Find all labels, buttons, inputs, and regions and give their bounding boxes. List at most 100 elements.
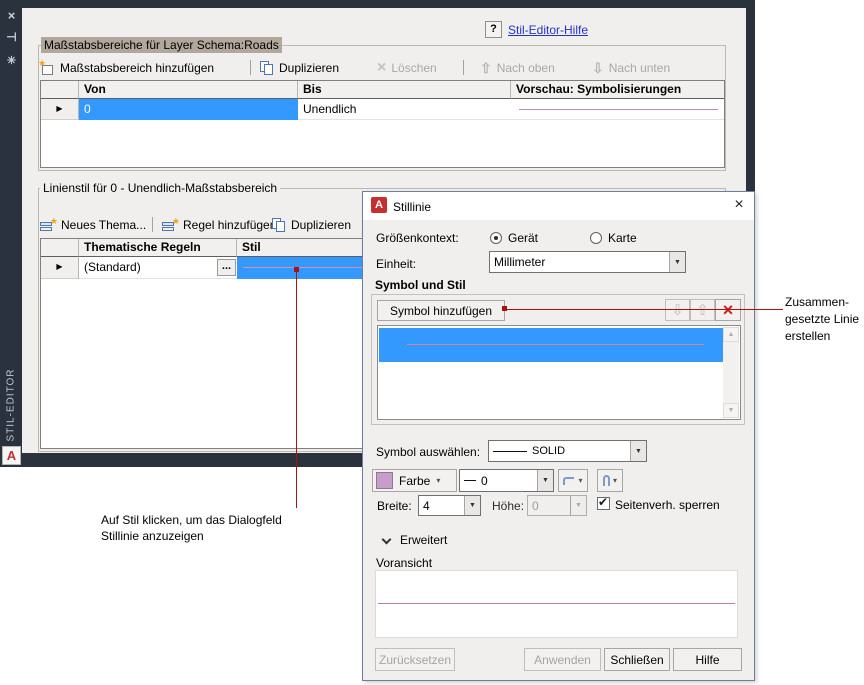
color-button-label: Farbe	[399, 473, 431, 488]
advanced-expander-label[interactable]: Erweitert	[400, 533, 447, 547]
unit-select[interactable]: Millimeter ▼	[489, 251, 686, 273]
radio-device[interactable]	[490, 232, 502, 244]
move-down-button[interactable]: ⇩ Nach unten	[592, 57, 670, 79]
autocad-logo-icon: A	[2, 446, 21, 465]
rule-ellipsis-button[interactable]: ...	[217, 259, 236, 276]
add-scale-range-label: Maßstabsbereich hinzufügen	[60, 61, 215, 75]
line-cap-button[interactable]: ▾	[597, 469, 623, 492]
line-join-button[interactable]: ▾	[558, 469, 588, 492]
symbol-list[interactable]: ▲ ▼	[377, 325, 741, 420]
weight-line-sample	[464, 480, 476, 481]
cell-preview[interactable]	[511, 99, 724, 120]
symbol-move-up-button[interactable]: ⇧	[690, 299, 715, 321]
column-header-bis[interactable]: Bis	[298, 81, 511, 99]
column-header-rules[interactable]: Thematische Regeln	[79, 239, 237, 257]
color-picker-button[interactable]: Farbe ▾	[372, 469, 457, 492]
row-selector-header[interactable]	[41, 81, 79, 99]
dialog-close-icon[interactable]: ×	[727, 194, 751, 216]
column-header-vorschau[interactable]: Vorschau: Symbolisierungen	[511, 81, 724, 99]
line-join-icon	[563, 476, 575, 485]
radio-map-label[interactable]: Karte	[608, 231, 637, 245]
unit-label: Einheit:	[376, 257, 417, 271]
scale-ranges-table: Von Bis Vorschau: Symbolisierungen ▶ 0 U…	[40, 80, 725, 168]
style-preview	[375, 570, 738, 638]
cell-rule[interactable]: (Standard) ...	[79, 257, 237, 279]
color-swatch	[376, 472, 393, 489]
help-button[interactable]: Hilfe	[673, 648, 742, 671]
row-selector-header[interactable]	[41, 239, 79, 257]
solid-line-sample	[493, 450, 527, 452]
scroll-down-icon[interactable]: ▼	[723, 403, 739, 418]
annotation-composite-line: Zusammen- gesetzte Linie erstellen	[785, 294, 859, 345]
size-context-label: Größenkontext:	[376, 231, 459, 245]
close-icon[interactable]: ×	[4, 8, 19, 23]
symbol-delete-button[interactable]: ×	[715, 299, 741, 321]
radio-map[interactable]	[590, 232, 602, 244]
new-theme-button[interactable]: ★ Neues Thema...	[40, 214, 146, 236]
row-arrow-icon: ▶	[56, 104, 63, 113]
move-down-label: Nach unten	[608, 61, 671, 75]
cell-bis[interactable]: Unendlich	[298, 99, 511, 120]
dropdown-icon[interactable]: ▼	[630, 441, 646, 461]
cell-von[interactable]: 0	[79, 99, 298, 120]
autohide-pin-icon[interactable]: ⊣	[4, 30, 19, 45]
palette-title: STIL-EDITOR	[5, 368, 17, 442]
add-scale-range-button[interactable]: ★ Maßstabsbereich hinzufügen	[38, 57, 215, 79]
row-arrow-icon: ▶	[56, 262, 63, 271]
style-editor-help-link[interactable]: Stil-Editor-Hilfe	[508, 23, 588, 37]
dropdown-icon[interactable]: ▼	[464, 496, 480, 515]
height-value: 0	[532, 498, 539, 513]
duplicate-rule-button[interactable]: Duplizieren	[272, 214, 351, 236]
scale-ranges-group-label: Maßstabsbereiche für Layer Schema:Roads	[41, 37, 282, 53]
symbol-move-down-button[interactable]: ⇩	[665, 299, 690, 321]
lock-aspect-label[interactable]: Seitenverh. sperren	[615, 498, 720, 512]
add-scale-range-icon: ★	[38, 59, 55, 76]
properties-gear-icon[interactable]: ✳	[4, 54, 19, 69]
radio-device-label[interactable]: Gerät	[508, 231, 538, 245]
dropdown-icon: ▼	[570, 496, 586, 515]
dropdown-icon[interactable]: ▼	[537, 470, 553, 491]
symbol-select[interactable]: SOLID ▼	[488, 440, 647, 462]
reset-button[interactable]: Zurücksetzen	[375, 648, 455, 671]
symbol-list-selected-item[interactable]	[379, 328, 724, 362]
down-arrow-icon: ⇩	[671, 301, 684, 319]
toolbar-separator	[250, 60, 251, 75]
column-header-von[interactable]: Von	[79, 81, 298, 99]
apply-button[interactable]: Anwenden	[524, 648, 601, 671]
select-symbol-label: Symbol auswählen:	[376, 445, 481, 459]
row-selector[interactable]: ▶	[41, 99, 79, 120]
help-icon[interactable]: ?	[485, 21, 502, 38]
new-theme-label: Neues Thema...	[61, 218, 147, 232]
line-weight-select[interactable]: 0 ▼	[459, 469, 554, 492]
delete-scale-range-button[interactable]: × Löschen	[377, 57, 437, 79]
annotation-line: Zusammen-	[785, 295, 850, 309]
symbol-style-header: Symbol und Stil	[375, 278, 466, 292]
up-arrow-icon: ⇧	[480, 60, 492, 76]
move-up-button[interactable]: ⇧ Nach oben	[480, 57, 555, 79]
row-selector[interactable]: ▶	[41, 257, 79, 279]
autocad-app-icon: A	[371, 197, 387, 213]
lock-aspect-checkbox[interactable]: ✔	[597, 495, 610, 510]
delete-x-icon: ×	[722, 300, 734, 320]
line-style-group-label: Linienstil für 0 - Unendlich-Maßstabsber…	[40, 181, 281, 195]
scroll-up-icon[interactable]: ▲	[723, 327, 739, 342]
check-icon: ✔	[598, 495, 609, 509]
height-select[interactable]: 0 ▼	[527, 495, 587, 516]
delete-label: Löschen	[391, 61, 437, 75]
dropdown-icon: ▾	[436, 476, 441, 485]
scrollbar[interactable]: ▲ ▼	[723, 327, 739, 418]
add-rule-button[interactable]: ★ Regel hinzufügen	[162, 214, 276, 236]
rule-name: (Standard)	[84, 260, 141, 274]
duplicate-label: Duplizieren	[291, 218, 352, 232]
annotation-line: Auf Stil klicken, um das Dialogfeld	[101, 513, 282, 527]
duplicate-icon	[272, 217, 286, 233]
close-button[interactable]: Schließen	[604, 648, 670, 671]
move-up-label: Nach oben	[496, 61, 555, 75]
width-select[interactable]: 4 ▼	[418, 495, 481, 516]
line-preview	[407, 344, 704, 345]
duplicate-scale-range-button[interactable]: Duplizieren	[260, 57, 339, 79]
toolbar-separator	[463, 60, 464, 75]
dropdown-icon[interactable]: ▼	[669, 252, 685, 272]
duplicate-label: Duplizieren	[279, 61, 340, 75]
add-symbol-button[interactable]: Symbol hinzufügen	[377, 300, 505, 321]
